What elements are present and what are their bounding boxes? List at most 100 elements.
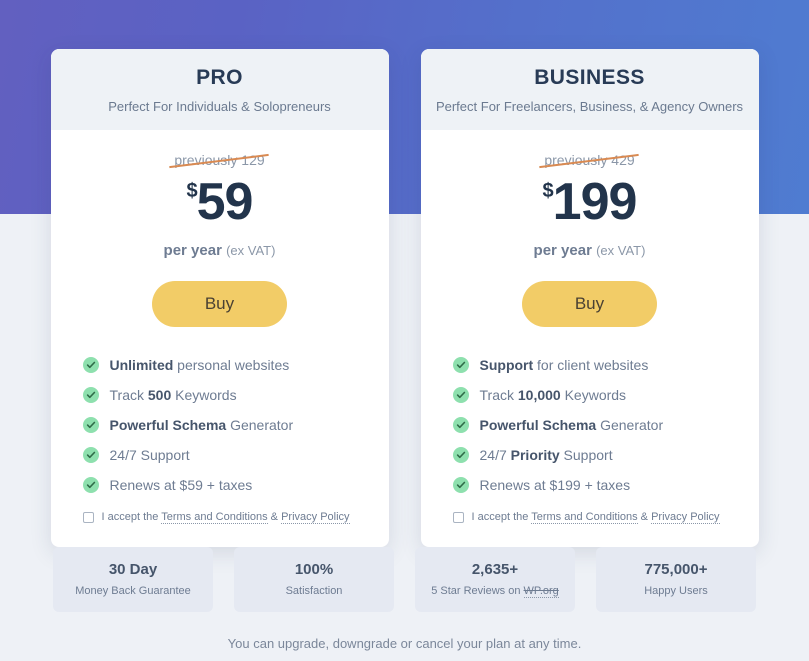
stat-card: 2,635+ 5 Star Reviews on WP.org bbox=[415, 547, 575, 612]
card-header-pro: PRO Perfect For Individuals & Solopreneur… bbox=[50, 49, 389, 130]
stat-value: 2,635+ bbox=[471, 561, 519, 578]
feature-item: 24/7 Support bbox=[82, 447, 389, 463]
feature-item: Powerful Schema Generator bbox=[452, 417, 759, 433]
feature-item: 24/7 Priority Support bbox=[452, 447, 759, 463]
check-circle-icon bbox=[452, 447, 469, 463]
feature-item: Track 10,000 Keywords bbox=[452, 387, 759, 403]
feature-text: Track 10,000 Keywords bbox=[480, 387, 627, 403]
price-period: per year (ex VAT) bbox=[51, 242, 389, 259]
stat-label-text: 5 Star Reviews on bbox=[431, 585, 524, 597]
stat-source-link[interactable]: WP.org bbox=[523, 585, 559, 598]
check-circle-icon bbox=[82, 447, 99, 463]
terms-row-business: I accept the Terms and Conditions & Priv… bbox=[452, 511, 759, 524]
feature-emphasis: Support bbox=[479, 357, 534, 373]
price-main: $199 bbox=[421, 176, 759, 228]
price-period-text: per year bbox=[163, 242, 222, 259]
check-circle-icon bbox=[82, 417, 99, 433]
terms-prefix: I accept the bbox=[101, 511, 162, 523]
pricing-cards-row: PRO Perfect For Individuals & Solopreneur… bbox=[0, 0, 809, 547]
currency-symbol: $ bbox=[542, 180, 554, 202]
pricing-card-pro: PRO Perfect For Individuals & Solopreneur… bbox=[50, 49, 389, 547]
feature-rest: Generator bbox=[596, 417, 664, 433]
price-zone-pro: previously 129 $59 per year (ex VAT) bbox=[51, 130, 389, 259]
feature-lead: Track bbox=[479, 387, 518, 403]
stat-value: 30 Day bbox=[108, 561, 158, 578]
stat-card: 775,000+ Happy Users bbox=[596, 547, 756, 612]
stat-label-text: Happy Users bbox=[644, 585, 708, 597]
plan-name: BUSINESS bbox=[534, 66, 645, 89]
feature-lead: Track bbox=[109, 387, 148, 403]
vat-note: (ex VAT) bbox=[596, 243, 646, 258]
feature-rest: Renews at $59 + taxes bbox=[109, 477, 253, 493]
price-zone-business: previously 429 $199 per year (ex VAT) bbox=[421, 130, 759, 259]
stat-label-text: Satisfaction bbox=[285, 585, 343, 597]
stat-label: Satisfaction bbox=[240, 585, 388, 597]
buy-button-pro[interactable]: Buy bbox=[152, 281, 287, 327]
privacy-policy-link[interactable]: Privacy Policy bbox=[651, 511, 720, 524]
price-period-text: per year bbox=[533, 242, 592, 259]
feature-text: Renews at $199 + taxes bbox=[480, 477, 631, 493]
terms-row-pro: I accept the Terms and Conditions & Priv… bbox=[82, 511, 389, 524]
stat-value: 775,000+ bbox=[644, 561, 708, 578]
feature-emphasis: Powerful Schema bbox=[109, 417, 227, 433]
feature-rest: Keywords bbox=[171, 387, 237, 403]
feature-rest: personal websites bbox=[173, 357, 290, 373]
stat-value: 100% bbox=[294, 561, 334, 578]
feature-rest: Support bbox=[559, 447, 613, 463]
stat-card: 100% Satisfaction bbox=[234, 547, 394, 612]
stat-label: 5 Star Reviews on WP.org bbox=[421, 585, 569, 598]
pricing-page: PRO Perfect For Individuals & Solopreneur… bbox=[0, 0, 809, 661]
feature-rest: Generator bbox=[226, 417, 294, 433]
plan-tagline: Perfect For Freelancers, Business, & Age… bbox=[435, 99, 744, 114]
stat-label: Happy Users bbox=[602, 585, 750, 597]
stats-row: 30 Day Money Back Guarantee 100% Satisfacti… bbox=[0, 547, 809, 612]
price-period: per year (ex VAT) bbox=[421, 242, 759, 259]
price-amount: 199 bbox=[552, 173, 638, 231]
vat-note: (ex VAT) bbox=[226, 243, 276, 258]
feature-text: Track 500 Keywords bbox=[110, 387, 237, 403]
feature-rest: for client websites bbox=[533, 357, 649, 373]
feature-emphasis: Unlimited bbox=[109, 357, 174, 373]
pricing-card-business: BUSINESS Perfect For Freelancers, Busines… bbox=[420, 49, 759, 547]
plan-name: PRO bbox=[196, 66, 243, 89]
buy-button-business[interactable]: Buy bbox=[522, 281, 657, 327]
feature-text: Unlimited personal websites bbox=[110, 357, 290, 373]
feature-lead: 24/7 bbox=[479, 447, 511, 463]
feature-item: Support for client websites bbox=[452, 357, 759, 373]
feature-list-pro: Unlimited personal websites Track 500 Key… bbox=[51, 357, 389, 493]
feature-text: Support for client websites bbox=[480, 357, 649, 373]
terms-checkbox-pro[interactable] bbox=[82, 511, 94, 523]
plan-tagline: Perfect For Individuals & Solopreneurs bbox=[108, 99, 331, 114]
terms-separator: & bbox=[637, 511, 652, 523]
check-circle-icon bbox=[452, 357, 469, 373]
feature-item: Track 500 Keywords bbox=[82, 387, 389, 403]
previous-price: previously 429 bbox=[539, 152, 640, 169]
terms-and-conditions-link[interactable]: Terms and Conditions bbox=[161, 511, 268, 524]
stat-card: 30 Day Money Back Guarantee bbox=[53, 547, 213, 612]
stat-label-text: Money Back Guarantee bbox=[75, 585, 191, 597]
terms-text: I accept the Terms and Conditions & Priv… bbox=[471, 511, 720, 524]
card-header-business: BUSINESS Perfect For Freelancers, Busines… bbox=[420, 49, 759, 130]
feature-text: Powerful Schema Generator bbox=[480, 417, 664, 433]
terms-and-conditions-link[interactable]: Terms and Conditions bbox=[531, 511, 638, 524]
feature-emphasis: Powerful Schema bbox=[479, 417, 597, 433]
price-main: $59 bbox=[51, 176, 389, 228]
feature-text: 24/7 Support bbox=[110, 447, 190, 463]
terms-prefix: I accept the bbox=[471, 511, 532, 523]
feature-emphasis: 500 bbox=[147, 387, 172, 403]
feature-list-business: Support for client websites Track 10,000 … bbox=[421, 357, 759, 493]
price-amount: 59 bbox=[196, 173, 254, 231]
feature-rest: 24/7 Support bbox=[109, 447, 190, 463]
feature-item: Unlimited personal websites bbox=[82, 357, 389, 373]
feature-emphasis: Priority bbox=[510, 447, 560, 463]
currency-symbol: $ bbox=[186, 180, 198, 202]
buy-button-wrap: Buy bbox=[421, 281, 759, 327]
feature-text: 24/7 Priority Support bbox=[480, 447, 613, 463]
buy-button-wrap: Buy bbox=[51, 281, 389, 327]
terms-checkbox-business[interactable] bbox=[452, 511, 464, 523]
terms-text: I accept the Terms and Conditions & Priv… bbox=[101, 511, 350, 524]
privacy-policy-link[interactable]: Privacy Policy bbox=[281, 511, 350, 524]
feature-item: Powerful Schema Generator bbox=[82, 417, 389, 433]
check-circle-icon bbox=[452, 387, 469, 403]
feature-emphasis: 10,000 bbox=[517, 387, 561, 403]
